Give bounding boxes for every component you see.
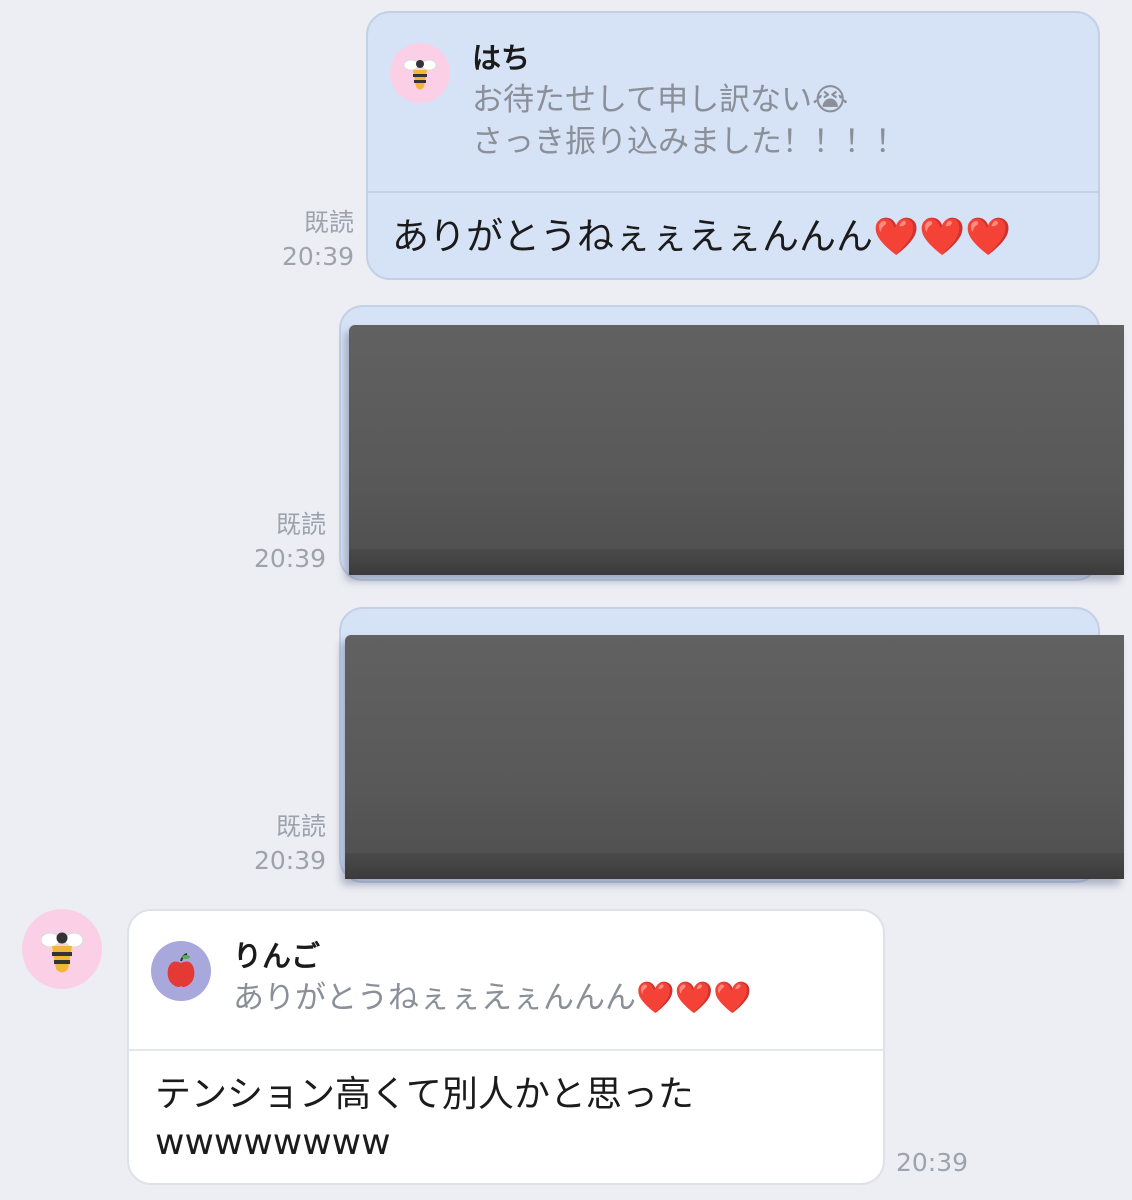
timestamp: 20:39 [281,242,354,271]
message-meta: 既読 20:39 [242,508,326,576]
outgoing-image-bubble[interactable] [339,607,1124,883]
quote-divider [368,191,1098,193]
message-text: ありがとうねぇぇえぇんんん❤️❤️❤️ [392,215,1012,258]
quote-sender-name: りんご [233,939,321,973]
quote-text: お待たせして申し訳ない😭 さっき振り込みました！！！！ [472,82,906,160]
message-meta: 既読 20:39 [270,206,354,274]
quote-avatar [390,43,450,103]
bee-icon [40,932,84,973]
message-text: テンション高くて別人かと思った wwwwwwww [155,1074,694,1163]
image-attachment[interactable] [345,635,1124,879]
read-receipt: 既読 [275,812,326,841]
apple-icon [167,953,195,987]
image-attachment[interactable] [349,325,1124,575]
quote-sender-name: はち [472,41,531,75]
incoming-reply-bubble[interactable]: りんご ありがとうねぇぇえぇんんん❤️❤️❤️ テンション高くて別人かと思った … [127,909,885,1185]
read-receipt: 既読 [275,510,326,539]
read-receipt: 既読 [303,208,354,237]
timestamp: 20:39 [253,846,326,875]
chat-screen: 既読 20:39 はち お待たせして申し訳ない😭 さっき振り込みました！！！！ … [0,0,1132,1200]
message-meta: 既読 20:39 [242,810,326,878]
quote-divider [129,1049,883,1051]
outgoing-image-bubble[interactable] [339,305,1124,581]
bee-icon [403,59,437,90]
quote-text: ありがとうねぇぇえぇんんん❤️❤️❤️ [233,980,752,1016]
quote-avatar [151,941,211,1001]
timestamp: 20:39 [253,544,326,573]
timestamp: 20:39 [896,1148,969,1177]
sender-avatar[interactable] [22,909,102,989]
outgoing-reply-bubble[interactable]: はち お待たせして申し訳ない😭 さっき振り込みました！！！！ ありがとうねぇぇえ… [366,11,1100,280]
